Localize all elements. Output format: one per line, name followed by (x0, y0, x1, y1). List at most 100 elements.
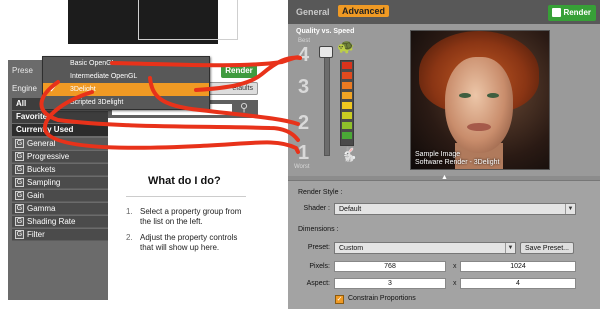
save-preset-button[interactable]: Save Preset... (520, 242, 574, 254)
meter-segment (342, 82, 352, 89)
step-number: 2. (126, 233, 133, 242)
menu-item-basic-opengl[interactable]: Basic OpenGL (43, 57, 209, 70)
group-icon: G (15, 178, 24, 187)
aspect-width-field[interactable]: 3 (334, 278, 446, 289)
menu-item-scripted-3delight[interactable]: Scripted 3Delight (43, 96, 209, 109)
property-progressive[interactable]: G Progressive (12, 151, 108, 163)
preview-eye (487, 93, 499, 98)
preset-dropdown[interactable]: Custom ▼ (334, 242, 516, 254)
rabbit-icon: 🐇 (340, 146, 358, 162)
group-icon: G (15, 152, 24, 161)
meter-segment (342, 132, 352, 139)
viewport (68, 0, 238, 44)
viewport-frame (138, 0, 238, 40)
menu-item-label: 3Delight (70, 86, 96, 93)
meter-segment (342, 92, 352, 99)
aspect-height-field[interactable]: 4 (460, 278, 576, 289)
meter-segment (342, 72, 352, 79)
search-icon[interactable]: ⚲ (240, 101, 248, 114)
property-label: Sampling (27, 178, 61, 187)
group-icon: G (15, 139, 24, 148)
engine-dropdown-menu: Basic OpenGL Intermediate OpenGL ✔ 3Deli… (42, 56, 210, 110)
turtle-icon: 🐢 (337, 38, 355, 54)
group-icon: G (15, 230, 24, 239)
chevron-down-icon: ▼ (505, 243, 515, 253)
property-filter[interactable]: G Filter (12, 229, 108, 241)
aspect-label: Aspect: (306, 280, 330, 287)
pixels-width-field[interactable]: 768 (334, 261, 446, 272)
property-label: Gamma (27, 204, 56, 213)
constrain-proportions-checkbox[interactable]: ✓ (335, 295, 344, 304)
shader-dropdown[interactable]: Default ▼ (334, 203, 576, 215)
group-icon: G (15, 217, 24, 226)
sample-image-preview: Sample Image Software Render - 3Delight (410, 30, 550, 170)
property-gamma[interactable]: G Gamma (12, 203, 108, 215)
group-icon: G (15, 191, 24, 200)
menu-item-intermediate-opengl[interactable]: Intermediate OpenGL (43, 70, 209, 83)
menu-item-3delight[interactable]: ✔ 3Delight (43, 83, 209, 96)
category-currently-used[interactable]: Currently Used (12, 124, 108, 136)
quality-title: Quality vs. Speed (296, 28, 355, 35)
defaults-button[interactable]: efaults (208, 82, 258, 95)
step-number: 1. (126, 207, 133, 216)
pixels-height-field[interactable]: 1024 (460, 261, 576, 272)
render-settings-left-panel: Prese Engine All Favorites Currently Use… (8, 0, 280, 300)
property-gain[interactable]: G Gain (12, 190, 108, 202)
property-label: Buckets (27, 165, 56, 174)
render-style-header: Render Style : (298, 189, 343, 196)
render-button[interactable]: Render (548, 5, 596, 21)
property-label: Gain (27, 191, 44, 200)
preview-face (445, 57, 513, 153)
property-label: Progressive (27, 152, 70, 161)
quality-slider-track[interactable] (324, 52, 330, 156)
pixels-label: Pixels: (309, 263, 330, 270)
caption-line-1: Sample Image (415, 151, 461, 158)
divider (126, 196, 246, 197)
preview-eye (459, 93, 471, 98)
group-icon: G (15, 165, 24, 174)
dimensions-header: Dimensions : (298, 226, 339, 233)
meter-segment (342, 112, 352, 119)
preset-value: Custom (339, 245, 364, 252)
group-icon: G (15, 204, 24, 213)
property-buckets[interactable]: G Buckets (12, 164, 108, 176)
meter-segment (342, 62, 352, 69)
property-label: Shading Rate (27, 217, 76, 226)
property-general[interactable]: G General (12, 138, 108, 150)
times-sign: x (453, 280, 457, 287)
render-button-label: Render (563, 8, 591, 17)
quality-level-4: 4 (298, 44, 310, 66)
constrain-proportions-label: Constrain Proportions (348, 295, 416, 302)
speed-meter (340, 60, 354, 146)
property-shading-rate[interactable]: G Shading Rate (12, 216, 108, 228)
render-settings-right-panel: General Advanced Render Quality vs. Spee… (288, 0, 600, 309)
help-step-1: Select a property group from the list on… (140, 207, 242, 226)
category-favorites[interactable]: Favorites (12, 111, 108, 123)
quality-level-2: 2 (298, 112, 310, 134)
help-step-2: Adjust the property controls that will s… (140, 233, 238, 252)
checkmark-icon: ✔ (49, 84, 57, 94)
help-title: What do I do? (148, 175, 221, 187)
quality-slider-handle[interactable] (319, 46, 333, 58)
camera-icon (552, 8, 561, 17)
tab-advanced[interactable]: Advanced (338, 5, 390, 17)
property-label: General (27, 139, 56, 148)
meter-segment (342, 122, 352, 129)
quality-level-1: 1 (298, 142, 310, 164)
render-button[interactable]: Render (221, 64, 257, 78)
shader-value: Default (339, 206, 362, 213)
presets-header: Prese (12, 66, 33, 75)
caption-line-2: Software Render - 3Delight (415, 159, 500, 166)
worst-label: Worst (294, 164, 310, 170)
tab-general[interactable]: General (296, 7, 330, 17)
preview-caption: Sample Image Software Render - 3Delight (415, 151, 499, 167)
chevron-down-icon: ▼ (565, 204, 575, 214)
property-sampling[interactable]: G Sampling (12, 177, 108, 189)
times-sign: x (453, 263, 457, 270)
meter-segment (342, 102, 352, 109)
preset-label: Preset: (307, 244, 330, 251)
property-label: Filter (27, 230, 45, 239)
shader-label: Shader : (303, 205, 330, 212)
preview-lips (467, 123, 491, 131)
quality-level-3: 3 (298, 76, 310, 98)
